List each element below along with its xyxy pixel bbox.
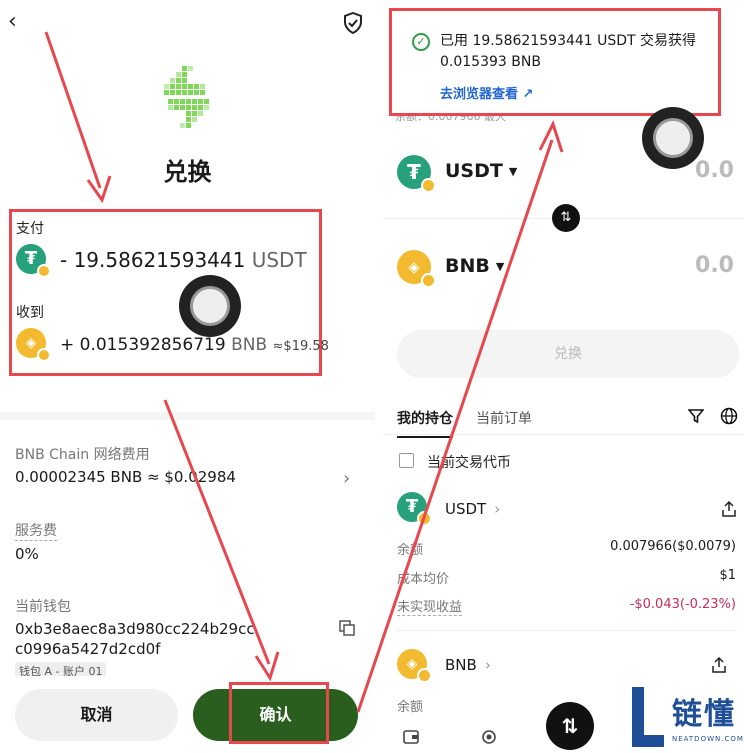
to-token-selector[interactable]: BNB ▼ xyxy=(445,255,504,277)
share-icon[interactable] xyxy=(712,657,726,673)
pay-amount-value: - 19.58621593441 xyxy=(60,248,246,272)
touch-indicator xyxy=(642,107,704,169)
to-amount-input[interactable]: 0.0 xyxy=(695,253,734,278)
share-icon[interactable] xyxy=(722,501,736,517)
receive-label: 收到 xyxy=(16,305,44,321)
globe-icon[interactable] xyxy=(720,407,738,425)
caret-down-icon: ▼ xyxy=(508,165,518,178)
toast-message: 已用 19.58621593441 USDT 交易获得 0.015393 BNB xyxy=(440,33,697,70)
usdt-coin-icon: ₮ xyxy=(16,244,51,278)
watermark-text: 链懂 xyxy=(672,697,736,732)
balance-label: 余额 xyxy=(397,543,424,558)
tab-orders[interactable]: 当前订单 xyxy=(476,408,532,428)
wallet-label: 当前钱包 xyxy=(15,599,71,615)
back-arrow-icon[interactable]: ‹ xyxy=(8,10,26,34)
receive-unit: BNB xyxy=(231,335,268,355)
avg-cost-value: $1 xyxy=(719,568,736,583)
annotation-highlight-box xyxy=(229,682,329,744)
current-pair-label: 当前交易代币 xyxy=(427,455,511,471)
wallet-address-line2: c0996a5427d2cd0f xyxy=(15,640,161,658)
watermark-logo: 链懂 NEATDOWN.COM xyxy=(626,683,744,753)
switch-arrows-icon[interactable]: ⇅ xyxy=(552,204,580,232)
bnb-coin-icon: ◈ xyxy=(16,328,51,362)
chevron-right-icon: › xyxy=(484,656,491,674)
bnb-coin-icon: ◈ xyxy=(397,649,432,683)
receive-amount: + 0.015392856719 BNB ≈$19.58 xyxy=(60,335,329,355)
swap-confirm-panel: ‹ 兑换 支付 ₮ - 19.58621593441 USDT 收到 ◈ + 0… xyxy=(0,0,375,753)
check-circle-icon: ✓ xyxy=(412,33,430,51)
service-fee-value: 0% xyxy=(15,545,39,563)
watermark-sub: NEATDOWN.COM xyxy=(672,735,744,743)
touch-indicator xyxy=(179,275,241,337)
swap-result-panel: 余额：0.007966 最大 ✓ 已用 19.58621593441 USDT … xyxy=(383,0,744,753)
service-fee-label[interactable]: 服务费 xyxy=(15,520,57,541)
holding-name: USDT xyxy=(445,500,487,518)
brand-l-icon xyxy=(632,687,664,747)
swap-button[interactable]: 兑换 xyxy=(397,330,739,378)
holding-bnb[interactable]: BNB › xyxy=(445,656,491,674)
network-fee-value[interactable]: 0.00002345 BNB ≈ $0.02984 xyxy=(15,468,236,486)
from-amount-input[interactable]: 0.0 xyxy=(695,158,734,183)
divider xyxy=(383,434,744,435)
to-token-label: BNB xyxy=(445,255,490,277)
cancel-button[interactable]: 取消 xyxy=(15,689,178,741)
pay-label: 支付 xyxy=(16,221,44,237)
unrealized-pnl-value: -$0.043(-0.23%) xyxy=(629,597,736,612)
view-in-explorer-link[interactable]: 去浏览器查看 ↗ xyxy=(440,83,533,102)
wallet-address-line1: 0xb3e8aec8a3d980cc224b29cc xyxy=(15,620,255,638)
view-in-explorer-label: 去浏览器查看 xyxy=(440,87,519,102)
external-link-icon: ↗ xyxy=(522,87,534,102)
wallet-icon[interactable] xyxy=(403,730,419,744)
bnb-coin-icon: ◈ xyxy=(397,250,436,288)
coin-icon[interactable] xyxy=(481,730,497,744)
usdt-coin-icon: ₮ xyxy=(397,155,436,193)
page-title: 兑换 xyxy=(163,158,212,186)
swap-logo-icon xyxy=(164,66,209,128)
chevron-right-icon[interactable]: › xyxy=(343,468,350,489)
copy-icon[interactable] xyxy=(339,620,355,636)
unrealized-pnl-label[interactable]: 未实现收益 xyxy=(397,596,463,616)
network-fee-label: BNB Chain 网络费用 xyxy=(15,447,150,463)
caret-down-icon: ▼ xyxy=(495,260,505,273)
current-pair-checkbox[interactable] xyxy=(399,453,414,468)
from-token-label: USDT xyxy=(445,160,503,182)
receive-fiat: ≈$19.58 xyxy=(272,339,329,354)
divider xyxy=(397,630,737,631)
shield-check-icon[interactable] xyxy=(343,12,363,34)
balance-label: 余额 xyxy=(397,700,424,715)
pay-amount: - 19.58621593441 USDT xyxy=(60,248,307,272)
chevron-right-icon: › xyxy=(494,500,501,518)
receive-amount-value: + 0.015392856719 xyxy=(60,335,226,355)
section-divider xyxy=(0,412,375,420)
success-toast: ✓ 已用 19.58621593441 USDT 交易获得 0.015393 B… xyxy=(389,8,721,116)
usdt-coin-icon: ₮ xyxy=(397,492,432,526)
balance-value: 0.007966($0.0079) xyxy=(610,539,736,554)
holding-name: BNB xyxy=(445,656,477,674)
avg-cost-label: 成本均价 xyxy=(397,572,450,587)
filter-icon[interactable] xyxy=(688,408,704,424)
pay-unit: USDT xyxy=(251,248,307,272)
from-token-selector[interactable]: USDT ▼ xyxy=(445,160,517,182)
holding-usdt[interactable]: USDT › xyxy=(445,500,500,518)
swap-fab-icon[interactable]: ⇅ xyxy=(546,702,594,750)
